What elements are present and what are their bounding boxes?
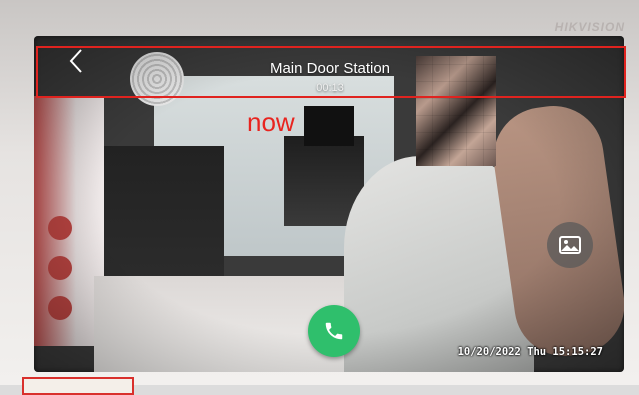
annotation-label: now [247, 107, 295, 137]
answer-call-button[interactable] [308, 305, 360, 357]
device-label-tag [22, 377, 134, 395]
brand-logo: HIKVISION [554, 20, 625, 34]
annotation-box [36, 46, 626, 98]
snapshot-button[interactable] [547, 222, 593, 268]
video-timestamp: 10/20/2022 Thu 15:15:27 [457, 346, 603, 358]
phone-icon [325, 322, 343, 340]
image-icon [559, 236, 581, 254]
